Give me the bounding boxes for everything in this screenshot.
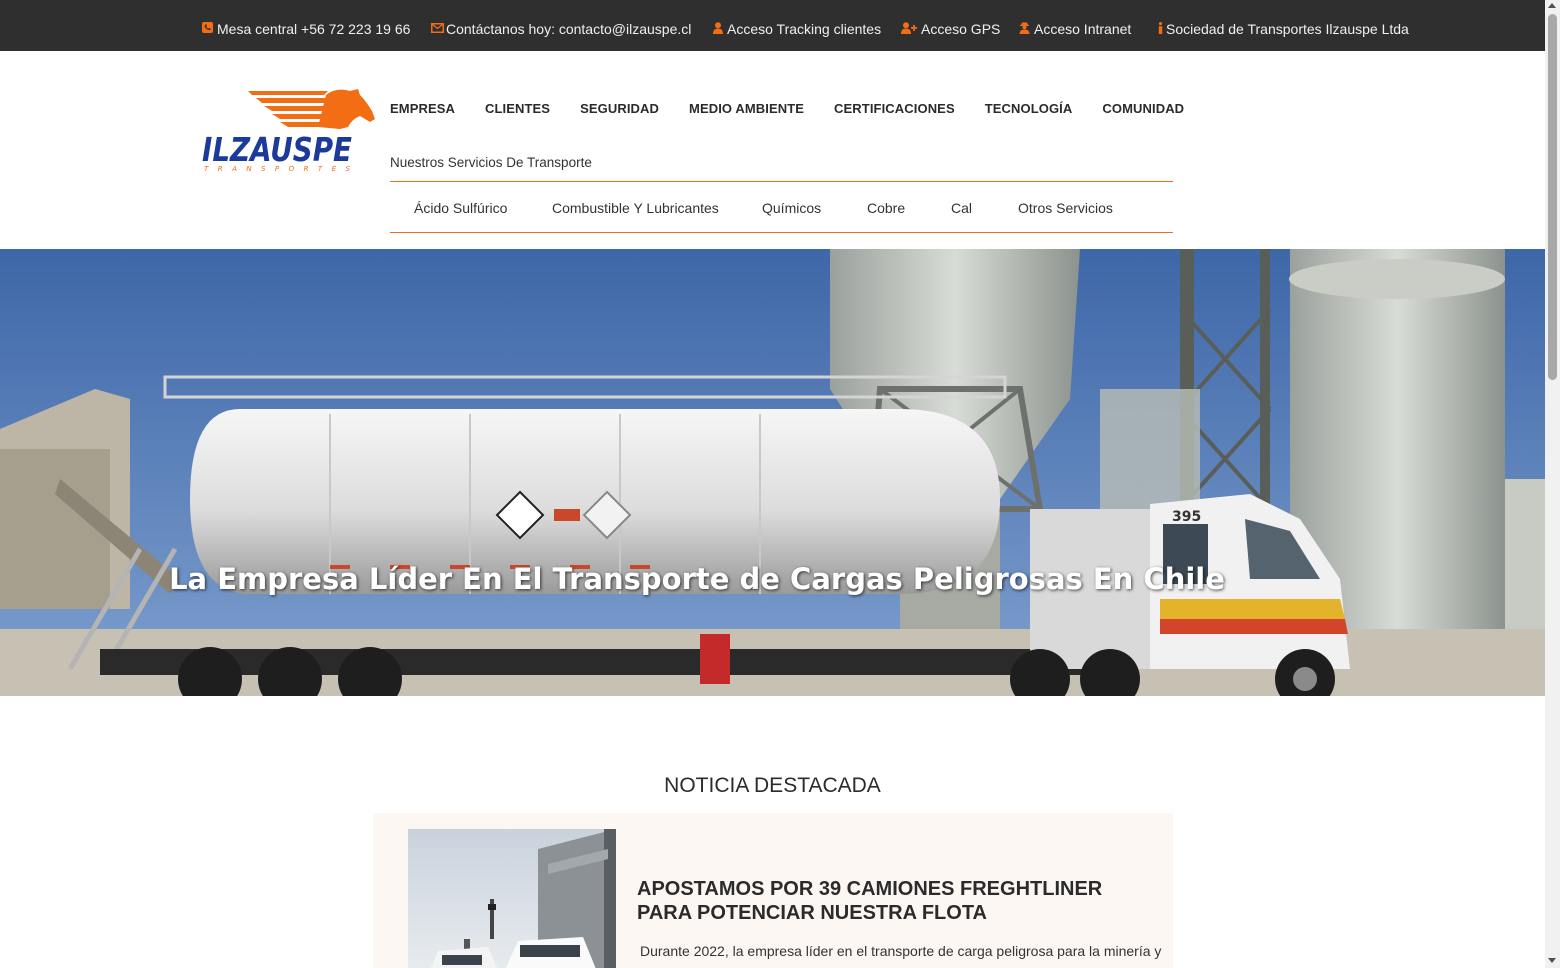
topbar-company-link[interactable]: Sociedad de Transportes Ilzauspe Ltda <box>1157 20 1409 38</box>
featured-heading: NOTICIA DESTACADA <box>664 774 881 797</box>
hero-title: La Empresa Líder En El Transporte de Car… <box>169 562 1225 596</box>
nav-clientes[interactable]: CLIENTES <box>485 101 550 119</box>
hero-banner: 395 La Empresa Líder En El Transporte de… <box>0 249 1545 696</box>
topbar-tracking-link[interactable]: Acceso Tracking clientes <box>712 20 881 38</box>
user-secret-icon <box>1019 22 1030 37</box>
news-title[interactable]: APOSTAMOS POR 39 CAMIONES FREGHTLINER PA… <box>637 877 1137 925</box>
nav-medio-ambiente[interactable]: MEDIO AMBIENTE <box>689 101 804 119</box>
nav-certificaciones[interactable]: CERTIFICACIONES <box>834 101 955 119</box>
nav-empresa[interactable]: EMPRESA <box>390 101 455 119</box>
envelope-icon <box>431 22 444 36</box>
service-cal[interactable]: Cal <box>951 200 972 216</box>
topbar-gps-link[interactable]: Acceso GPS <box>901 20 1000 38</box>
nav-comunidad[interactable]: COMUNIDAD <box>1102 101 1184 119</box>
service-cobre[interactable]: Cobre <box>867 200 905 216</box>
services-nav: Ácido Sulfúrico Combustible Y Lubricante… <box>390 181 1173 233</box>
phone-icon <box>202 22 213 36</box>
hero-image: 395 <box>0 249 1545 696</box>
scroll-down-arrow-icon[interactable] <box>1548 958 1556 963</box>
topbar-intranet-link[interactable]: Acceso Intranet <box>1019 20 1131 38</box>
service-otros[interactable]: Otros Servicios <box>1018 200 1113 216</box>
news-excerpt: Durante 2022, la empresa líder en el tra… <box>640 943 1165 959</box>
main-nav: EMPRESA CLIENTES SEGURIDAD MEDIO AMBIENT… <box>390 101 1214 119</box>
nav-tecnologia[interactable]: TECNOLOGÍA <box>985 101 1073 119</box>
ilzauspe-logo[interactable]: ILZAUSPE TRANSPORTES <box>200 89 380 174</box>
scrollbar-thumb[interactable] <box>1548 14 1557 380</box>
service-acido-sulfurico[interactable]: Ácido Sulfúrico <box>414 200 507 216</box>
service-quimicos[interactable]: Químicos <box>762 200 821 216</box>
info-icon <box>1157 21 1163 37</box>
page-scrollbar[interactable] <box>1545 0 1560 968</box>
svg-text:395: 395 <box>1172 509 1201 525</box>
featured-news-card: APOSTAMOS POR 39 CAMIONES FREGHTLINER PA… <box>373 813 1173 968</box>
topbar-email-link[interactable]: Contáctanos hoy: contacto@ilzauspe.cl <box>431 20 691 38</box>
news-image[interactable] <box>408 829 616 968</box>
services-title[interactable]: Nuestros Servicios De Transporte <box>390 155 592 170</box>
top-bar: Mesa central +56 72 223 19 66 Contáctano… <box>0 0 1545 51</box>
user-plus-icon <box>901 21 917 37</box>
site-header: ILZAUSPE TRANSPORTES EMPRESA CLIENTES SE… <box>0 51 1545 249</box>
topbar-phone-link[interactable]: Mesa central +56 72 223 19 66 <box>202 20 410 38</box>
user-icon <box>712 21 723 37</box>
nav-seguridad[interactable]: SEGURIDAD <box>580 101 659 119</box>
service-combustible[interactable]: Combustible Y Lubricantes <box>552 200 719 216</box>
scroll-up-arrow-icon[interactable] <box>1548 3 1556 8</box>
svg-text:ILZAUSPE: ILZAUSPE <box>202 130 352 169</box>
